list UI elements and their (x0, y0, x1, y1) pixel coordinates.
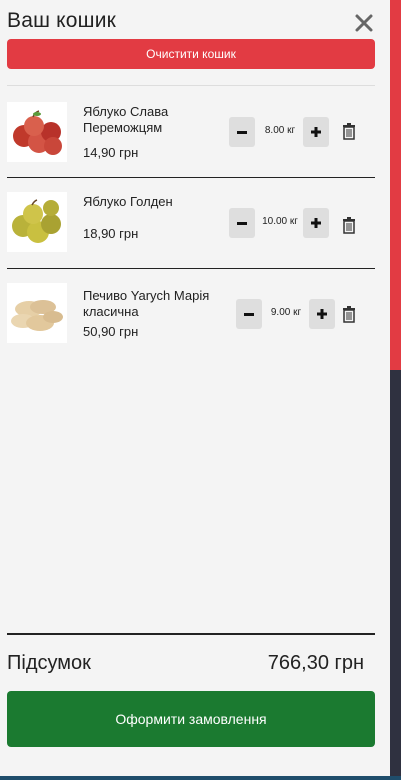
increase-quantity-button[interactable] (303, 208, 329, 238)
product-name: Печиво Yarych Марія класична (83, 288, 210, 319)
decrease-quantity-button[interactable] (229, 117, 255, 147)
subtotal-label: Підсумок (7, 652, 91, 674)
product-name: Яблуко Голден (83, 194, 173, 209)
divider (7, 85, 375, 86)
product-name: Яблуко Слава Переможцям (83, 104, 169, 135)
increase-quantity-button[interactable] (303, 117, 329, 147)
quantity-value: 10.00 кг (262, 216, 298, 227)
decrease-quantity-button[interactable] (236, 299, 262, 329)
subtotal-divider (7, 633, 375, 635)
product-image-red-apples (7, 102, 67, 162)
product-image-biscuits (7, 283, 67, 343)
quantity-stepper: 10.00 кг (229, 208, 329, 238)
quantity-stepper: 9.00 кг (229, 299, 335, 329)
quantity-value: 9.00 кг (270, 307, 302, 318)
subtotal-value: 766,30 грн (267, 652, 364, 674)
increase-quantity-button[interactable] (309, 299, 335, 329)
divider (7, 268, 375, 269)
trash-icon[interactable] (342, 305, 356, 323)
quantity-value: 8.00 кг (264, 125, 296, 136)
plus-icon (311, 127, 321, 137)
product-price: 18,90 грн (83, 226, 139, 241)
minus-icon (244, 313, 254, 316)
bottom-edge (0, 776, 401, 780)
cart-panel: Ваш кошик Очистити кошик Яблуко Слава Пе… (0, 0, 390, 776)
plus-icon (311, 218, 321, 228)
trash-icon[interactable] (342, 122, 356, 140)
cart-item: Яблуко Слава Переможцям 14,90 грн 8.00 к… (7, 102, 375, 182)
minus-icon (237, 131, 247, 134)
decrease-quantity-button[interactable] (229, 208, 255, 238)
clear-cart-button[interactable]: Очистити кошик (7, 39, 375, 69)
cart-item: Яблуко Голден 18,90 грн 10.00 кг (7, 192, 375, 272)
divider (7, 177, 375, 178)
trash-icon[interactable] (342, 216, 356, 234)
cart-title: Ваш кошик (7, 9, 117, 32)
plus-icon (317, 309, 327, 319)
cart-item: Печиво Yarych Марія класична 50,90 грн 9… (7, 283, 375, 363)
quantity-stepper: 8.00 кг (229, 117, 329, 147)
product-image-golden-apples (7, 192, 67, 252)
product-price: 14,90 грн (83, 145, 139, 160)
minus-icon (237, 222, 247, 225)
product-price: 50,90 грн (83, 324, 139, 339)
scrollbar-thumb[interactable] (390, 0, 401, 370)
close-icon[interactable] (353, 12, 375, 34)
checkout-button[interactable]: Оформити замовлення (7, 691, 375, 747)
